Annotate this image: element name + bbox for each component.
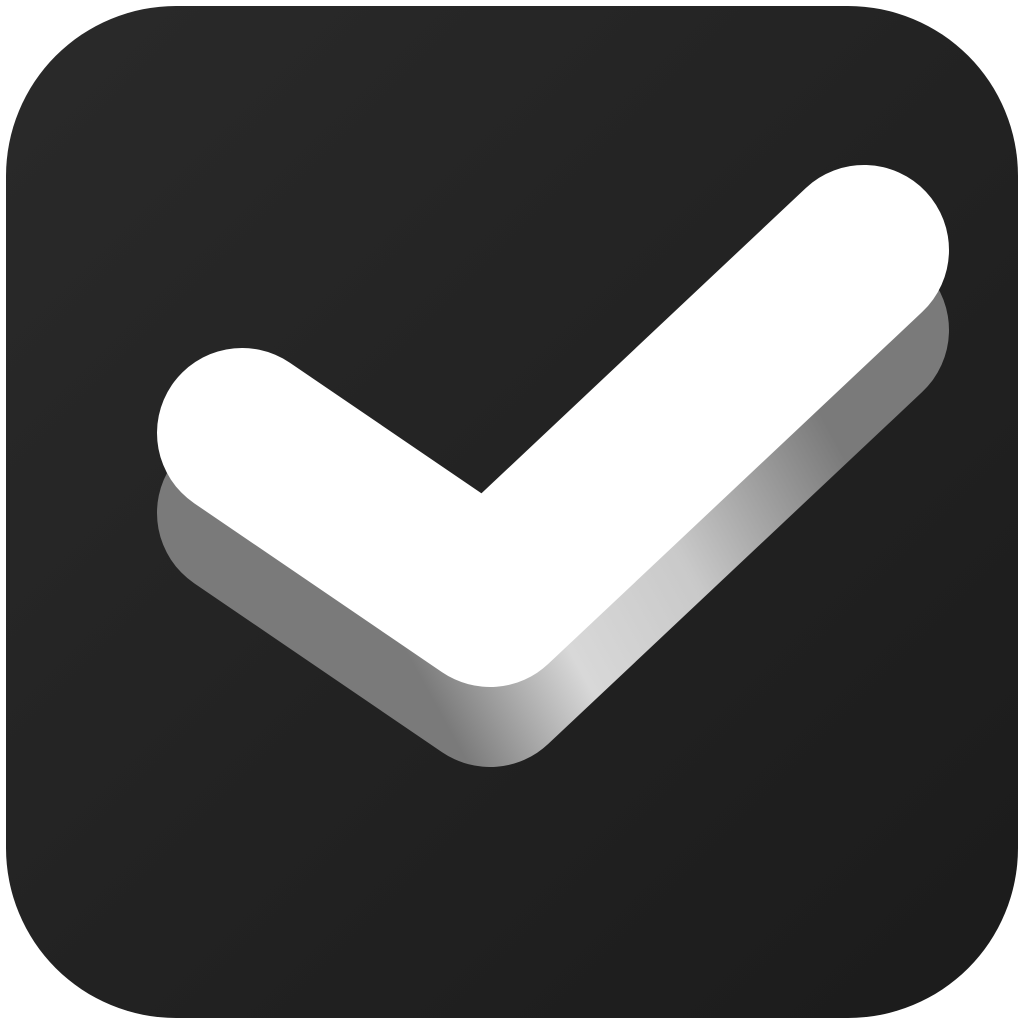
checkmark-icon: [6, 6, 1018, 1018]
icon-canvas: [0, 0, 1024, 1024]
app-icon-tile: [0, 0, 1024, 1024]
